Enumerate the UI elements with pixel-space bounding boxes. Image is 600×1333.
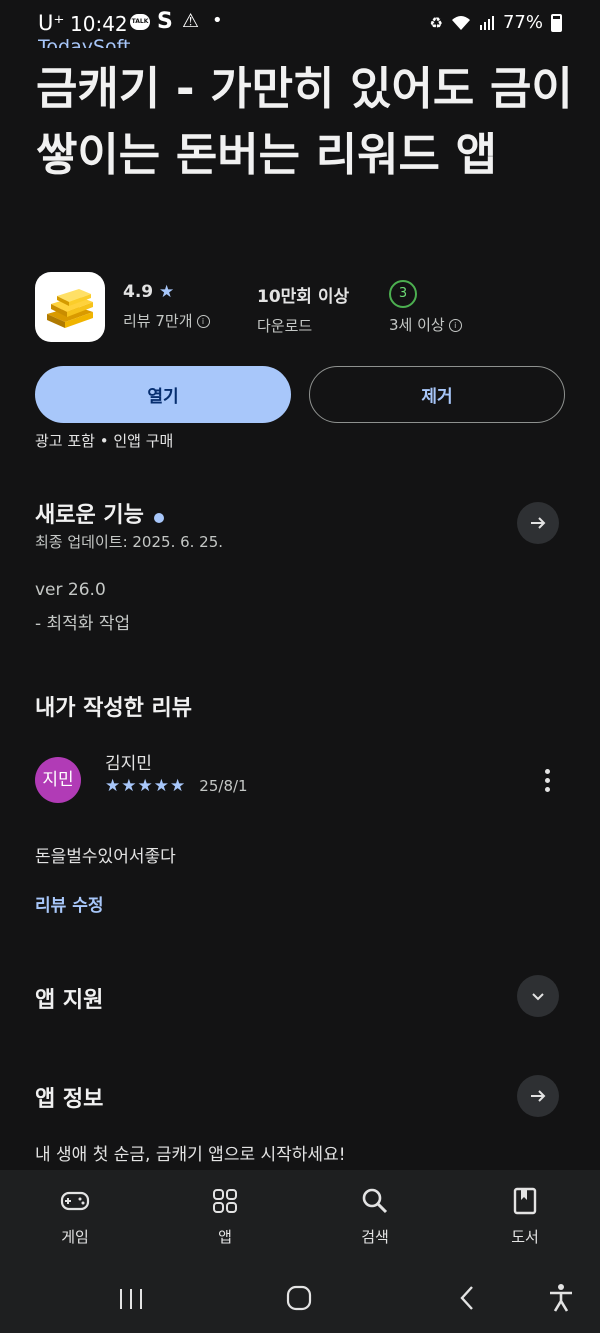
recent-apps-icon — [120, 1289, 142, 1309]
developer-link[interactable]: TodaySoft — [38, 32, 130, 48]
gamepad-icon — [60, 1191, 90, 1211]
nav-item-books[interactable]: 도서 — [485, 1184, 565, 1247]
wifi-icon — [451, 15, 470, 30]
reviewer-name: 김지민 — [105, 754, 152, 774]
battery-icon — [551, 13, 562, 32]
more-notifications-dot-icon: • — [212, 10, 223, 31]
uninstall-button[interactable]: 제거 — [309, 366, 565, 423]
bottom-navigation: 게임 앱 검색 도서 — [0, 1170, 600, 1265]
accessibility-button[interactable] — [548, 1283, 574, 1317]
age-rating-stat[interactable]: 3 3세 이상 i — [389, 280, 462, 335]
nav-item-search[interactable]: 검색 — [335, 1184, 415, 1247]
app-description: 내 생애 첫 순금, 금캐기 앱으로 시작하세요! — [35, 1145, 346, 1165]
my-review-title: 내가 작성한 리뷰 — [35, 696, 192, 721]
arrow-right-icon — [531, 1090, 546, 1102]
recent-apps-button[interactable] — [118, 1287, 144, 1315]
age-rating-label: 3세 이상 — [389, 316, 445, 334]
avatar: 지민 — [35, 757, 81, 803]
back-icon — [460, 1286, 473, 1310]
age-rating-badge: 3 — [389, 280, 417, 308]
signal-icon — [479, 15, 494, 30]
recycle-icon: ♻ — [429, 13, 443, 32]
back-button[interactable] — [458, 1285, 476, 1315]
nav-item-apps[interactable]: 앱 — [185, 1184, 265, 1247]
chevron-down-icon — [532, 993, 544, 1001]
version-text: ver 26.0 — [35, 580, 106, 600]
app-title: 금캐기 - 가만히 있어도 금이 쌓이는 돈버는 리워드 앱 — [36, 62, 573, 181]
reviews-count: 리뷰 7만개 — [123, 312, 193, 330]
review-more-button[interactable] — [530, 762, 564, 798]
status-right: ♻ 77% — [430, 12, 562, 33]
info-icon: i — [196, 315, 210, 328]
search-icon — [362, 1188, 388, 1214]
review-rating-row: ★★★★★ 25/8/1 — [105, 776, 248, 796]
nav-label-books: 도서 — [511, 1228, 539, 1246]
app-icon — [35, 272, 105, 342]
rating-stat[interactable]: 4.9 ★ 리뷰 7만개 i — [123, 282, 210, 331]
whats-new-arrow-button[interactable] — [517, 502, 559, 544]
rating-value: 4.9 — [123, 282, 154, 302]
arrow-right-icon — [531, 517, 546, 529]
home-button[interactable] — [286, 1285, 312, 1315]
whats-new-title: 새로운 기능 — [35, 503, 144, 528]
app-info-arrow-button[interactable] — [517, 1075, 559, 1117]
last-updated: 최종 업데이트: 2025. 6. 25. — [35, 533, 224, 551]
gold-bars-icon — [47, 289, 93, 328]
open-button[interactable]: 열기 — [35, 366, 291, 423]
battery-percent: 77% — [502, 12, 543, 33]
nav-label-apps: 앱 — [218, 1228, 232, 1246]
nav-item-games[interactable]: 게임 — [35, 1184, 115, 1247]
accessibility-icon — [550, 1284, 572, 1312]
nav-label-search: 검색 — [361, 1228, 389, 1246]
app-info-title[interactable]: 앱 정보 — [35, 1081, 103, 1113]
system-navigation-bar — [0, 1265, 600, 1333]
more-vertical-icon — [544, 768, 550, 792]
downloads-label: 다운로드 — [257, 317, 313, 335]
apps-grid-icon — [213, 1189, 237, 1213]
downloads-stat: 10만회 이상 다운로드 — [257, 282, 349, 336]
five-star-rating-icon: ★★★★★ — [105, 776, 187, 796]
nav-label-games: 게임 — [61, 1228, 89, 1246]
warning-icon: ⚠ — [182, 10, 200, 32]
edit-review-link[interactable]: 리뷰 수정 — [35, 891, 103, 916]
update-note: - 최적화 작업 — [35, 614, 131, 634]
star-icon: ★ — [159, 282, 175, 302]
review-date: 25/8/1 — [199, 777, 248, 795]
downloads-value: 10만회 이상 — [257, 287, 350, 307]
whats-new-header[interactable]: 새로운 기능 — [35, 497, 164, 529]
app-support-expand-button[interactable] — [517, 975, 559, 1017]
app-support-title[interactable]: 앱 지원 — [35, 982, 103, 1014]
new-indicator-dot — [153, 512, 164, 523]
home-icon — [286, 1285, 312, 1311]
ads-iap-notice: 광고 포함 • 인앱 구매 — [35, 432, 174, 450]
review-text: 돈을벌수있어서좋다 — [35, 847, 176, 867]
kakaotalk-icon: TALK — [130, 14, 150, 30]
info-icon: i — [448, 319, 462, 332]
book-icon — [513, 1187, 537, 1215]
samsung-s-icon: S — [157, 9, 173, 34]
